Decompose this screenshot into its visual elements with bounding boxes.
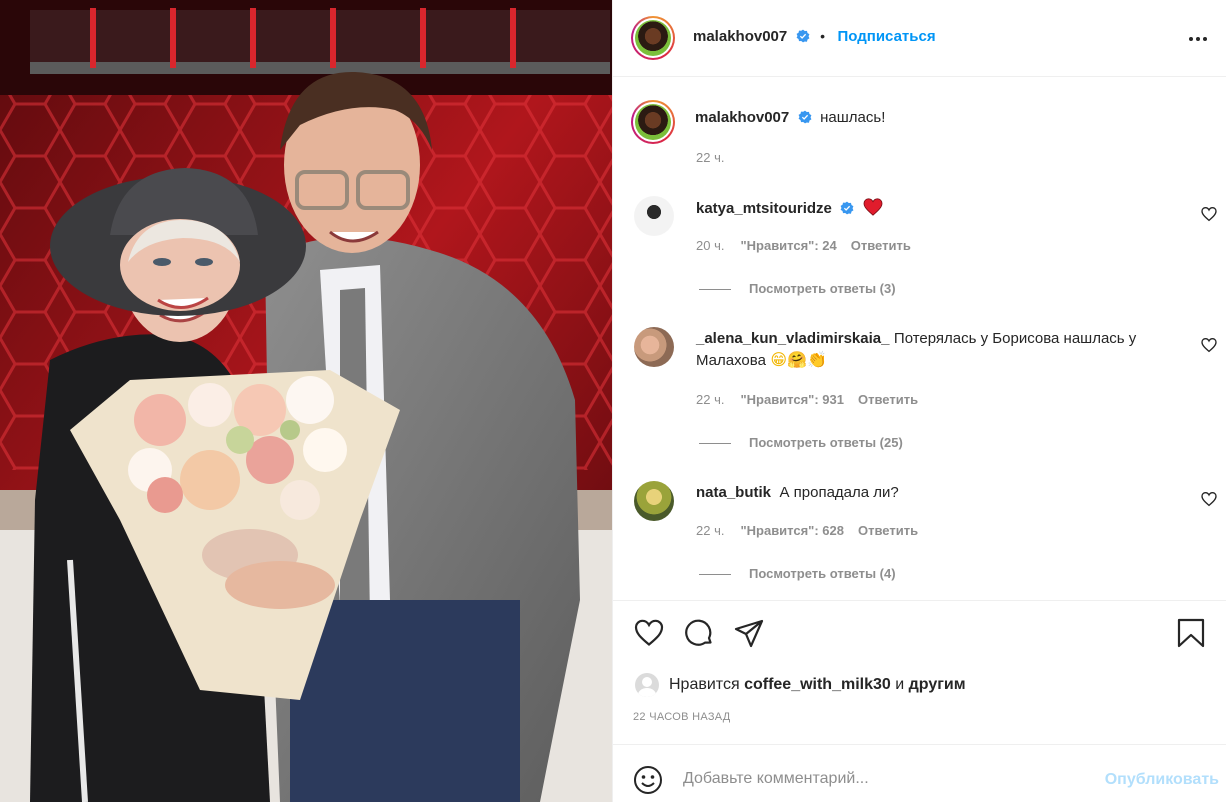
- caption: malakhov007 нашлась!: [695, 107, 885, 129]
- liker-avatar[interactable]: [635, 673, 659, 697]
- caption-username[interactable]: malakhov007: [695, 109, 789, 126]
- header-separator: •: [820, 28, 826, 44]
- comment-icon[interactable]: [683, 617, 715, 649]
- likes-prefix: Нравится: [669, 676, 740, 693]
- comment-avatar[interactable]: [634, 327, 674, 367]
- header-user-row: malakhov007 • Подписаться: [693, 28, 936, 46]
- grin-hug-clap-emojis-icon: 😁🤗👏: [770, 352, 827, 369]
- comment-likes[interactable]: "Нравится": 628: [740, 523, 844, 538]
- verified-icon: [798, 110, 812, 124]
- post-header: malakhov007 • Подписаться: [613, 0, 1226, 77]
- comment-body: _alena_kun_vladimirskaia_ Потерялась у Б…: [696, 328, 1196, 372]
- comment-time[interactable]: 20 ч.: [696, 238, 724, 253]
- comment-avatar[interactable]: [634, 196, 674, 236]
- share-icon[interactable]: [733, 617, 765, 649]
- publish-button[interactable]: Опубликовать: [1105, 771, 1219, 789]
- view-replies-button[interactable]: Посмотреть ответы (4): [699, 566, 896, 581]
- comment-like-heart-icon[interactable]: [1201, 491, 1217, 507]
- comment-time[interactable]: 22 ч.: [696, 392, 724, 407]
- comment-input[interactable]: [683, 767, 1083, 791]
- emoji-icon[interactable]: [633, 765, 663, 795]
- likes-others-link[interactable]: другим: [909, 676, 966, 693]
- comment-time[interactable]: 22 ч.: [696, 523, 724, 538]
- comment-username[interactable]: nata_butik: [696, 484, 771, 501]
- heart-emoji-icon: [863, 198, 883, 216]
- comment-like-heart-icon[interactable]: [1201, 337, 1217, 353]
- reply-button[interactable]: Ответить: [858, 392, 918, 407]
- verified-icon: [840, 201, 854, 215]
- comment-likes[interactable]: "Нравится": 24: [740, 238, 836, 253]
- author-avatar[interactable]: [631, 16, 675, 60]
- caption-author-avatar[interactable]: [631, 100, 675, 144]
- comment-body: nata_butik А пропадала ли?: [696, 482, 899, 504]
- add-comment-bar: Опубликовать: [613, 744, 1226, 802]
- comments-list[interactable]: malakhov007 нашлась! 22 ч. katya_mtsitou…: [613, 78, 1226, 600]
- comment-meta: 22 ч. "Нравится": 931 Ответить: [696, 392, 918, 407]
- more-options-icon[interactable]: [1187, 28, 1211, 48]
- caption-text: нашлась!: [820, 109, 886, 126]
- verified-icon: [796, 29, 810, 43]
- heart-icon[interactable]: [633, 617, 665, 649]
- view-replies-label: Посмотреть ответы (25): [749, 435, 903, 450]
- posted-time[interactable]: 22 ЧАСОВ НАЗАД: [633, 711, 731, 723]
- post-actions: Нравится coffee_with_milk30 и другим 22 …: [613, 600, 1226, 744]
- reply-button[interactable]: Ответить: [851, 238, 911, 253]
- caption-time[interactable]: 22 ч.: [696, 150, 724, 165]
- view-replies-button[interactable]: Посмотреть ответы (3): [699, 281, 896, 296]
- comment-like-heart-icon[interactable]: [1201, 206, 1217, 222]
- follow-button[interactable]: Подписаться: [838, 28, 936, 45]
- comment-username[interactable]: _alena_kun_vladimirskaia_: [696, 330, 889, 347]
- comment-body: katya_mtsitouridze: [696, 198, 883, 218]
- author-username[interactable]: malakhov007: [693, 28, 787, 45]
- photo-scene: [0, 0, 612, 802]
- view-replies-label: Посмотреть ответы (3): [749, 281, 896, 296]
- likes-conj: и: [895, 676, 905, 693]
- view-replies-button[interactable]: Посмотреть ответы (25): [699, 435, 903, 450]
- comment-avatar[interactable]: [634, 481, 674, 521]
- post-photo[interactable]: [0, 0, 612, 802]
- bookmark-icon[interactable]: [1175, 617, 1207, 649]
- comment-meta: 22 ч. "Нравится": 628 Ответить: [696, 523, 918, 538]
- comment-text: А пропадала ли?: [779, 484, 899, 501]
- likes-summary: Нравится coffee_with_milk30 и другим: [669, 676, 966, 694]
- reply-button[interactable]: Ответить: [858, 523, 918, 538]
- comment-likes[interactable]: "Нравится": 931: [740, 392, 844, 407]
- comment-username[interactable]: katya_mtsitouridze: [696, 200, 832, 217]
- comment-meta: 20 ч. "Нравится": 24 Ответить: [696, 238, 911, 253]
- view-replies-label: Посмотреть ответы (4): [749, 566, 896, 581]
- liker-username[interactable]: coffee_with_milk30: [744, 676, 891, 693]
- post-side-panel: malakhov007 • Подписаться malakhov007 на…: [612, 0, 1226, 802]
